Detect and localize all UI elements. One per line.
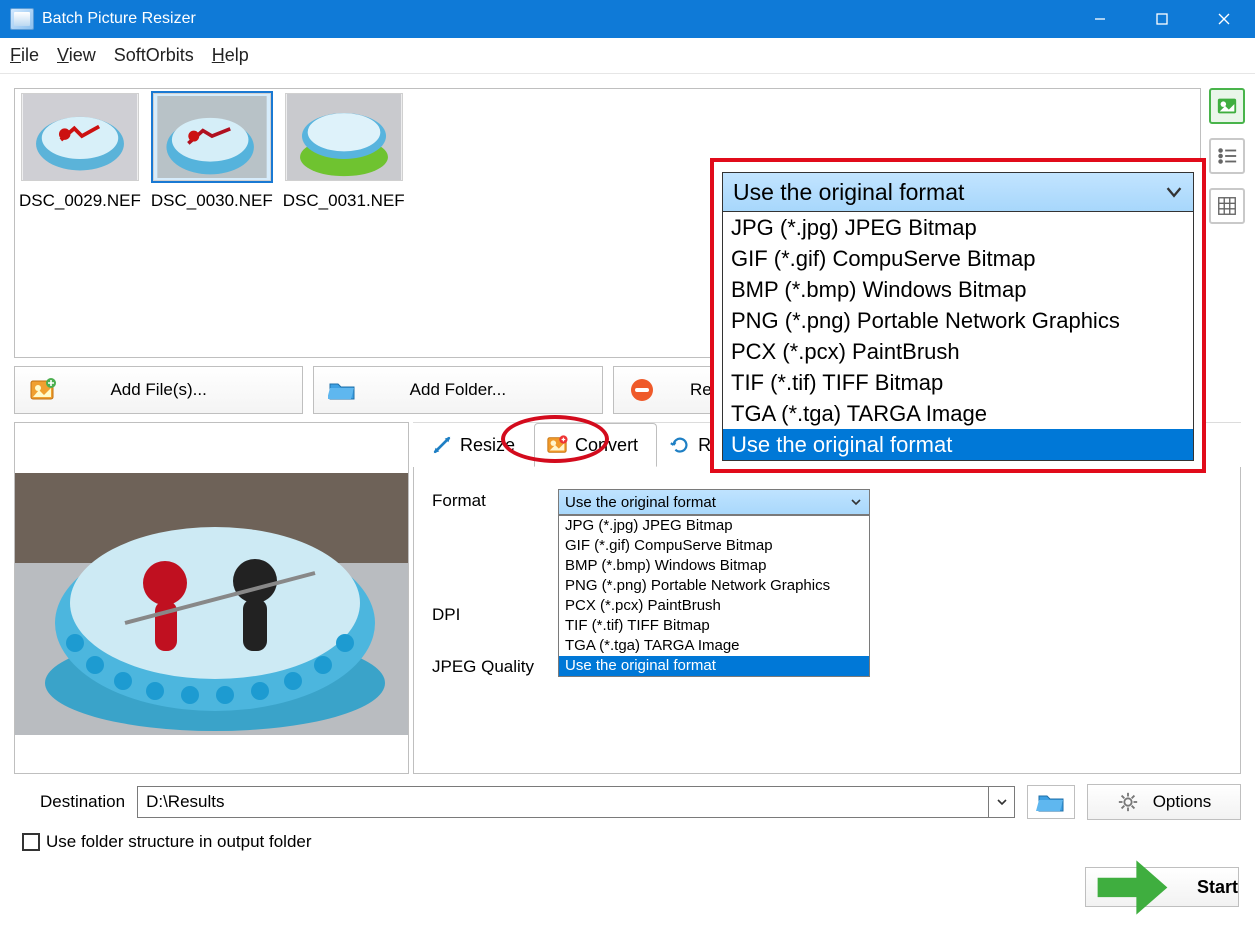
thumbnail-label: DSC_0030.NEF	[151, 191, 273, 211]
format-option[interactable]: TGA (*.tga) TARGA Image	[559, 636, 869, 656]
menu-help[interactable]: Help	[212, 45, 249, 66]
thumbnail-label: DSC_0029.NEF	[19, 191, 141, 211]
format-listbox[interactable]: JPG (*.jpg) JPEG Bitmap GIF (*.gif) Comp…	[558, 515, 870, 677]
format-option[interactable]: BMP (*.bmp) Windows Bitmap	[559, 556, 869, 576]
annotation-option[interactable]: TGA (*.tga) TARGA Image	[723, 398, 1193, 429]
annotation-dropdown-overlay: Use the original format JPG (*.jpg) JPEG…	[710, 158, 1206, 473]
preview-pane	[14, 422, 409, 774]
annotation-listbox[interactable]: JPG (*.jpg) JPEG Bitmap GIF (*.gif) Comp…	[722, 212, 1194, 461]
folder-structure-checkbox[interactable]	[22, 833, 40, 851]
format-label: Format	[432, 489, 558, 511]
format-option[interactable]: PNG (*.png) Portable Network Graphics	[559, 576, 869, 596]
chevron-down-icon	[1165, 183, 1183, 201]
maximize-button[interactable]	[1131, 0, 1193, 38]
view-list-icon[interactable]	[1209, 138, 1245, 174]
tab-convert-label: Convert	[575, 435, 638, 456]
annotation-option[interactable]: BMP (*.bmp) Windows Bitmap	[723, 274, 1193, 305]
format-option[interactable]: PCX (*.pcx) PaintBrush	[559, 596, 869, 616]
view-grid-icon[interactable]	[1209, 188, 1245, 224]
annotation-dropdown[interactable]: Use the original format	[722, 172, 1194, 212]
annotation-option[interactable]: PCX (*.pcx) PaintBrush	[723, 336, 1193, 367]
tabs-pane: Resize Convert Rotate Format Use the ori…	[413, 422, 1241, 774]
destination-dropdown-button[interactable]	[989, 786, 1015, 818]
add-file-icon	[29, 378, 57, 402]
annotation-option[interactable]: JPG (*.jpg) JPEG Bitmap	[723, 212, 1193, 243]
annotation-option[interactable]: PNG (*.png) Portable Network Graphics	[723, 305, 1193, 336]
chevron-down-icon	[849, 495, 863, 509]
thumbnail-item[interactable]: DSC_0029.NEF	[19, 93, 141, 211]
app-title: Batch Picture Resizer	[42, 10, 196, 28]
menu-view[interactable]: View	[57, 45, 96, 66]
format-option[interactable]: JPG (*.jpg) JPEG Bitmap	[559, 516, 869, 536]
format-option[interactable]: GIF (*.gif) CompuServe Bitmap	[559, 536, 869, 556]
format-option[interactable]: TIF (*.tif) TIFF Bitmap	[559, 616, 869, 636]
browse-folder-button[interactable]	[1027, 785, 1075, 819]
annotation-option[interactable]: TIF (*.tif) TIFF Bitmap	[723, 367, 1193, 398]
thumbnail-item[interactable]: DSC_0030.NEF	[151, 93, 273, 211]
tab-convert[interactable]: Convert	[534, 423, 657, 467]
remove-icon	[628, 378, 656, 402]
gear-icon	[1117, 791, 1139, 813]
close-button[interactable]	[1193, 0, 1255, 38]
options-button[interactable]: Options	[1087, 784, 1241, 820]
menu-file[interactable]: File	[10, 45, 39, 66]
minimize-button[interactable]	[1069, 0, 1131, 38]
add-folder-label: Add Folder...	[410, 380, 506, 400]
annotation-selected: Use the original format	[733, 179, 964, 206]
menu-softorbits[interactable]: SoftOrbits	[114, 45, 194, 66]
tab-resize[interactable]: Resize	[419, 423, 534, 467]
format-option[interactable]: Use the original format	[559, 656, 869, 676]
destination-input[interactable]	[137, 786, 989, 818]
format-dropdown[interactable]: Use the original format	[558, 489, 870, 515]
jpeg-quality-label: JPEG Quality	[432, 655, 558, 677]
thumbnail-item[interactable]: DSC_0031.NEF	[283, 93, 405, 211]
add-files-label: Add File(s)...	[110, 380, 206, 400]
preview-image	[15, 473, 408, 735]
add-folder-button[interactable]: Add Folder...	[313, 366, 602, 414]
options-label: Options	[1153, 792, 1212, 812]
start-label: Start	[1197, 877, 1238, 898]
arrow-right-icon	[1086, 841, 1179, 934]
add-files-button[interactable]: Add File(s)...	[14, 366, 303, 414]
titlebar: Batch Picture Resizer	[0, 0, 1255, 38]
thumbnail-label: DSC_0031.NEF	[283, 191, 405, 211]
dpi-label: DPI	[432, 603, 558, 625]
tab-resize-label: Resize	[460, 435, 515, 456]
add-folder-icon	[328, 378, 356, 402]
annotation-option[interactable]: Use the original format	[723, 429, 1193, 460]
annotation-option[interactable]: GIF (*.gif) CompuServe Bitmap	[723, 243, 1193, 274]
destination-label: Destination	[40, 792, 125, 812]
view-thumbs-icon[interactable]	[1209, 88, 1245, 124]
menubar: File View SoftOrbits Help	[0, 38, 1255, 74]
format-selected: Use the original format	[565, 494, 716, 511]
start-button[interactable]: Start	[1085, 867, 1239, 907]
app-icon	[10, 8, 34, 30]
folder-structure-label: Use folder structure in output folder	[46, 832, 312, 852]
